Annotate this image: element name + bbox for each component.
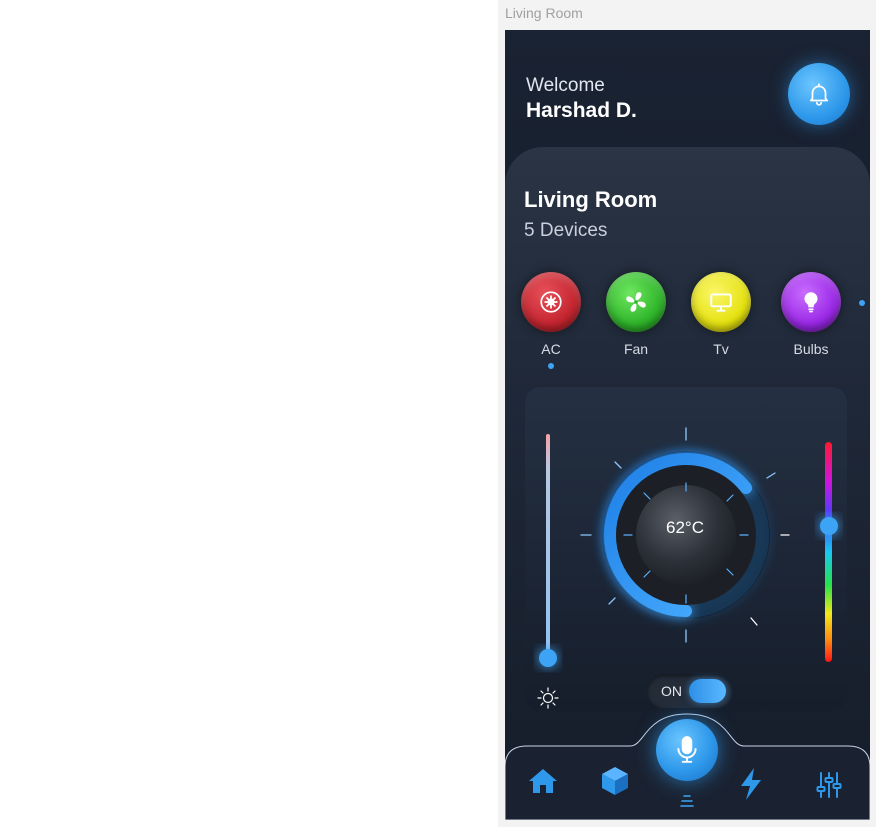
app-frame: Living Room Welcome Harshad D. Living Ro… — [498, 0, 876, 827]
color-track[interactable] — [825, 442, 832, 662]
voice-assistant-button[interactable] — [656, 719, 718, 781]
temperature-readout: 62°C — [666, 518, 704, 537]
cube-icon — [602, 767, 628, 795]
nav-home[interactable] — [527, 767, 559, 800]
color-slider[interactable] — [820, 442, 838, 662]
color-thumb[interactable] — [820, 517, 838, 535]
mic-icon — [677, 736, 697, 763]
sliders-icon — [816, 772, 842, 798]
bolt-icon — [741, 768, 761, 800]
brightness-thumb[interactable] — [539, 649, 557, 667]
toggle-label: ON — [661, 683, 682, 699]
nav-menu[interactable] — [679, 794, 695, 813]
brightness-slider[interactable] — [539, 434, 557, 667]
nav-settings[interactable] — [816, 771, 842, 804]
frame-title: Living Room — [505, 5, 583, 21]
nav-energy[interactable] — [738, 767, 764, 806]
toggle-switch[interactable] — [689, 679, 726, 703]
brightness-track[interactable] — [546, 434, 550, 660]
phone-screen: Welcome Harshad D. Living Room 5 Devices — [505, 30, 870, 820]
nav-devices[interactable] — [600, 765, 630, 802]
menu-lines-icon — [680, 795, 694, 807]
home-icon — [529, 769, 557, 793]
power-toggle[interactable]: ON — [647, 674, 733, 708]
sun-icon — [537, 687, 559, 709]
